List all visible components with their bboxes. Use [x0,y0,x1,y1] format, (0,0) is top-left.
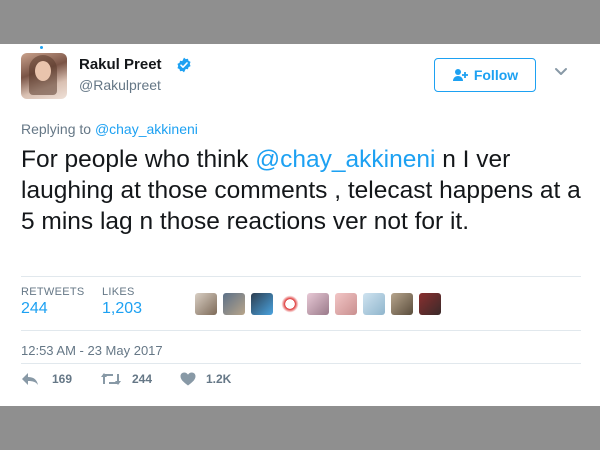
retweets-label: RETWEETS [21,286,85,298]
tweet-timestamp[interactable]: 12:53 AM - 23 May 2017 [21,343,163,358]
tweet-mention-link[interactable]: @chay_akkineni [255,146,435,173]
chevron-down-icon[interactable] [554,67,568,77]
heart-icon [180,372,196,386]
follow-button[interactable]: Follow [434,58,536,92]
liker-avatar[interactable] [363,293,385,315]
likes-label: LIKES [102,286,135,298]
retweet-count: 244 [132,372,153,386]
retweet-button[interactable]: 244 [100,372,152,386]
reply-mention-link[interactable]: @chay_akkineni [95,121,198,137]
reply-count: 169 [52,372,73,386]
liker-avatar[interactable] [251,293,273,315]
verified-badge-icon [177,57,191,73]
like-count: 1.2K [206,372,232,386]
reply-context: Replying to @chay_akkineni [21,121,198,137]
like-button[interactable]: 1.2K [180,372,231,386]
divider-bottom [21,363,581,364]
reply-icon [22,373,38,385]
liker-avatar[interactable] [279,293,301,315]
liker-avatar[interactable] [195,293,217,315]
follow-label: Follow [473,67,519,83]
retweets-count[interactable]: 244 [21,300,48,318]
liker-avatar[interactable] [419,293,441,315]
divider-middle [21,330,581,331]
display-name[interactable]: Rakul Preet [79,56,162,73]
liker-avatar[interactable] [391,293,413,315]
liker-avatar[interactable] [335,293,357,315]
liker-avatar[interactable] [307,293,329,315]
tweet-text: For people who think @chay_akkineni n I … [21,144,586,237]
avatar[interactable] [21,53,67,99]
likes-count[interactable]: 1,203 [102,300,142,318]
tweet-text-start: For people who think [21,146,256,173]
add-user-icon [452,69,468,81]
user-handle[interactable]: @Rakulpreet [79,77,161,93]
avatar-face [35,61,51,81]
retweet-icon [101,373,121,385]
liker-avatar[interactable] [223,293,245,315]
reply-button[interactable]: 169 [21,372,72,386]
indicator-dot [40,46,43,49]
divider-top [21,276,581,277]
reply-prefix: Replying to [21,121,92,137]
